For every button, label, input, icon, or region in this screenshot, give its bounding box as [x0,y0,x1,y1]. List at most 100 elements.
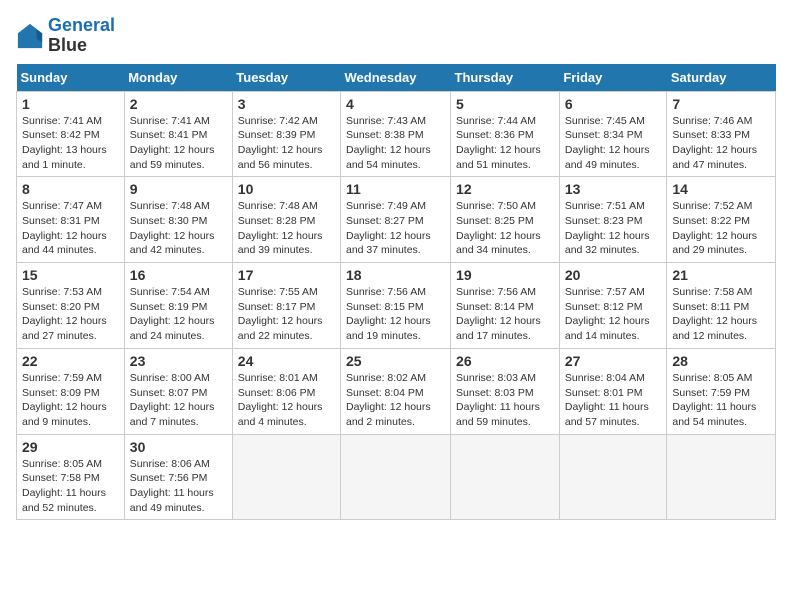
day-number: 13 [565,181,662,197]
day-info: Sunrise: 7:43 AMSunset: 8:38 PMDaylight:… [346,114,445,173]
day-cell-23: 23Sunrise: 8:00 AMSunset: 8:07 PMDayligh… [124,348,232,434]
day-info: Sunrise: 7:56 AMSunset: 8:15 PMDaylight:… [346,285,445,344]
logo: GeneralBlue [16,16,115,56]
day-number: 28 [672,353,770,369]
day-info: Sunrise: 7:42 AMSunset: 8:39 PMDaylight:… [238,114,335,173]
day-info: Sunrise: 7:46 AMSunset: 8:33 PMDaylight:… [672,114,770,173]
day-number: 6 [565,96,662,112]
day-number: 24 [238,353,335,369]
day-cell-11: 11 Sunrise: 7:49 AMSunset: 8:27 PMDayligh… [341,177,451,263]
col-header-thursday: Thursday [451,64,560,92]
day-cell-7: 7 Sunrise: 7:46 AMSunset: 8:33 PMDaylight… [667,91,776,177]
day-cell-15: 15 Sunrise: 7:53 AMSunset: 8:20 PMDayligh… [17,263,125,349]
day-cell-6: 6 Sunrise: 7:45 AMSunset: 8:34 PMDaylight… [559,91,667,177]
day-number: 16 [130,267,227,283]
logo-icon [16,22,44,50]
day-info: Sunrise: 8:05 AMSunset: 7:58 PMDaylight:… [22,457,119,516]
day-info: Sunrise: 8:05 AMSunset: 7:59 PMDaylight:… [672,371,770,430]
day-number: 10 [238,181,335,197]
day-cell-9: 9 Sunrise: 7:48 AMSunset: 8:30 PMDaylight… [124,177,232,263]
day-number: 4 [346,96,445,112]
day-number: 17 [238,267,335,283]
day-info: Sunrise: 7:54 AMSunset: 8:19 PMDaylight:… [130,285,227,344]
day-cell-21: 21 Sunrise: 7:58 AMSunset: 8:11 PMDayligh… [667,263,776,349]
day-info: Sunrise: 7:41 AMSunset: 8:42 PMDaylight:… [22,114,119,173]
day-number: 20 [565,267,662,283]
day-number: 15 [22,267,119,283]
day-number: 1 [22,96,119,112]
empty-cell [232,434,340,520]
day-info: Sunrise: 7:59 AMSunset: 8:09 PMDaylight:… [22,371,119,430]
day-number: 26 [456,353,554,369]
day-number: 19 [456,267,554,283]
day-cell-30: 30 Sunrise: 8:06 AMSunset: 7:56 PMDayligh… [124,434,232,520]
col-header-monday: Monday [124,64,232,92]
day-cell-26: 26 Sunrise: 8:03 AMSunset: 8:03 PMDayligh… [451,348,560,434]
day-cell-18: 18 Sunrise: 7:56 AMSunset: 8:15 PMDayligh… [341,263,451,349]
day-cell-12: 12Sunrise: 7:50 AMSunset: 8:25 PMDayligh… [451,177,560,263]
day-info: Sunrise: 7:44 AMSunset: 8:36 PMDaylight:… [456,114,554,173]
day-info: Sunrise: 8:03 AMSunset: 8:03 PMDaylight:… [456,371,554,430]
day-number: 11 [346,181,445,197]
day-info: Sunrise: 7:48 AMSunset: 8:30 PMDaylight:… [130,199,227,258]
day-cell-14: 14 Sunrise: 7:52 AMSunset: 8:22 PMDayligh… [667,177,776,263]
col-header-wednesday: Wednesday [341,64,451,92]
page-header: GeneralBlue [16,16,776,56]
day-info: Sunrise: 8:01 AMSunset: 8:06 PMDaylight:… [238,371,335,430]
week-row-5: 29 Sunrise: 8:05 AMSunset: 7:58 PMDayligh… [17,434,776,520]
day-number: 27 [565,353,662,369]
col-header-tuesday: Tuesday [232,64,340,92]
day-number: 25 [346,353,445,369]
day-number: 7 [672,96,770,112]
day-number: 9 [130,181,227,197]
day-number: 23 [130,353,227,369]
day-info: Sunrise: 7:58 AMSunset: 8:11 PMDaylight:… [672,285,770,344]
day-cell-19: 19 Sunrise: 7:56 AMSunset: 8:14 PMDayligh… [451,263,560,349]
day-info: Sunrise: 7:41 AMSunset: 8:41 PMDaylight:… [130,114,227,173]
day-info: Sunrise: 8:04 AMSunset: 8:01 PMDaylight:… [565,371,662,430]
empty-cell [559,434,667,520]
week-row-4: 22 Sunrise: 7:59 AMSunset: 8:09 PMDayligh… [17,348,776,434]
day-cell-3: 3 Sunrise: 7:42 AMSunset: 8:39 PMDaylight… [232,91,340,177]
day-number: 3 [238,96,335,112]
day-info: Sunrise: 7:51 AMSunset: 8:23 PMDaylight:… [565,199,662,258]
day-info: Sunrise: 7:47 AMSunset: 8:31 PMDaylight:… [22,199,119,258]
day-number: 29 [22,439,119,455]
empty-cell [667,434,776,520]
day-cell-16: 16 Sunrise: 7:54 AMSunset: 8:19 PMDayligh… [124,263,232,349]
day-cell-22: 22 Sunrise: 7:59 AMSunset: 8:09 PMDayligh… [17,348,125,434]
day-number: 22 [22,353,119,369]
day-number: 30 [130,439,227,455]
day-cell-2: 2Sunrise: 7:41 AMSunset: 8:41 PMDaylight… [124,91,232,177]
day-info: Sunrise: 8:02 AMSunset: 8:04 PMDaylight:… [346,371,445,430]
day-cell-28: 28 Sunrise: 8:05 AMSunset: 7:59 PMDayligh… [667,348,776,434]
day-info: Sunrise: 8:06 AMSunset: 7:56 PMDaylight:… [130,457,227,516]
day-number: 21 [672,267,770,283]
day-info: Sunrise: 7:53 AMSunset: 8:20 PMDaylight:… [22,285,119,344]
day-info: Sunrise: 7:57 AMSunset: 8:12 PMDaylight:… [565,285,662,344]
day-info: Sunrise: 7:45 AMSunset: 8:34 PMDaylight:… [565,114,662,173]
calendar-table: SundayMondayTuesdayWednesdayThursdayFrid… [16,64,776,521]
empty-cell [341,434,451,520]
day-cell-25: 25 Sunrise: 8:02 AMSunset: 8:04 PMDayligh… [341,348,451,434]
day-cell-13: 13 Sunrise: 7:51 AMSunset: 8:23 PMDayligh… [559,177,667,263]
day-info: Sunrise: 7:55 AMSunset: 8:17 PMDaylight:… [238,285,335,344]
day-info: Sunrise: 7:49 AMSunset: 8:27 PMDaylight:… [346,199,445,258]
day-cell-1: 1 Sunrise: 7:41 AMSunset: 8:42 PMDaylight… [17,91,125,177]
day-cell-27: 27 Sunrise: 8:04 AMSunset: 8:01 PMDayligh… [559,348,667,434]
day-info: Sunrise: 7:52 AMSunset: 8:22 PMDaylight:… [672,199,770,258]
col-header-friday: Friday [559,64,667,92]
day-cell-29: 29 Sunrise: 8:05 AMSunset: 7:58 PMDayligh… [17,434,125,520]
day-cell-5: 5 Sunrise: 7:44 AMSunset: 8:36 PMDaylight… [451,91,560,177]
day-number: 5 [456,96,554,112]
day-cell-17: 17 Sunrise: 7:55 AMSunset: 8:17 PMDayligh… [232,263,340,349]
week-row-3: 15 Sunrise: 7:53 AMSunset: 8:20 PMDayligh… [17,263,776,349]
day-info: Sunrise: 7:56 AMSunset: 8:14 PMDaylight:… [456,285,554,344]
day-number: 18 [346,267,445,283]
day-cell-24: 24 Sunrise: 8:01 AMSunset: 8:06 PMDayligh… [232,348,340,434]
empty-cell [451,434,560,520]
day-number: 14 [672,181,770,197]
col-header-saturday: Saturday [667,64,776,92]
day-info: Sunrise: 7:50 AMSunset: 8:25 PMDaylight:… [456,199,554,258]
header-row: SundayMondayTuesdayWednesdayThursdayFrid… [17,64,776,92]
